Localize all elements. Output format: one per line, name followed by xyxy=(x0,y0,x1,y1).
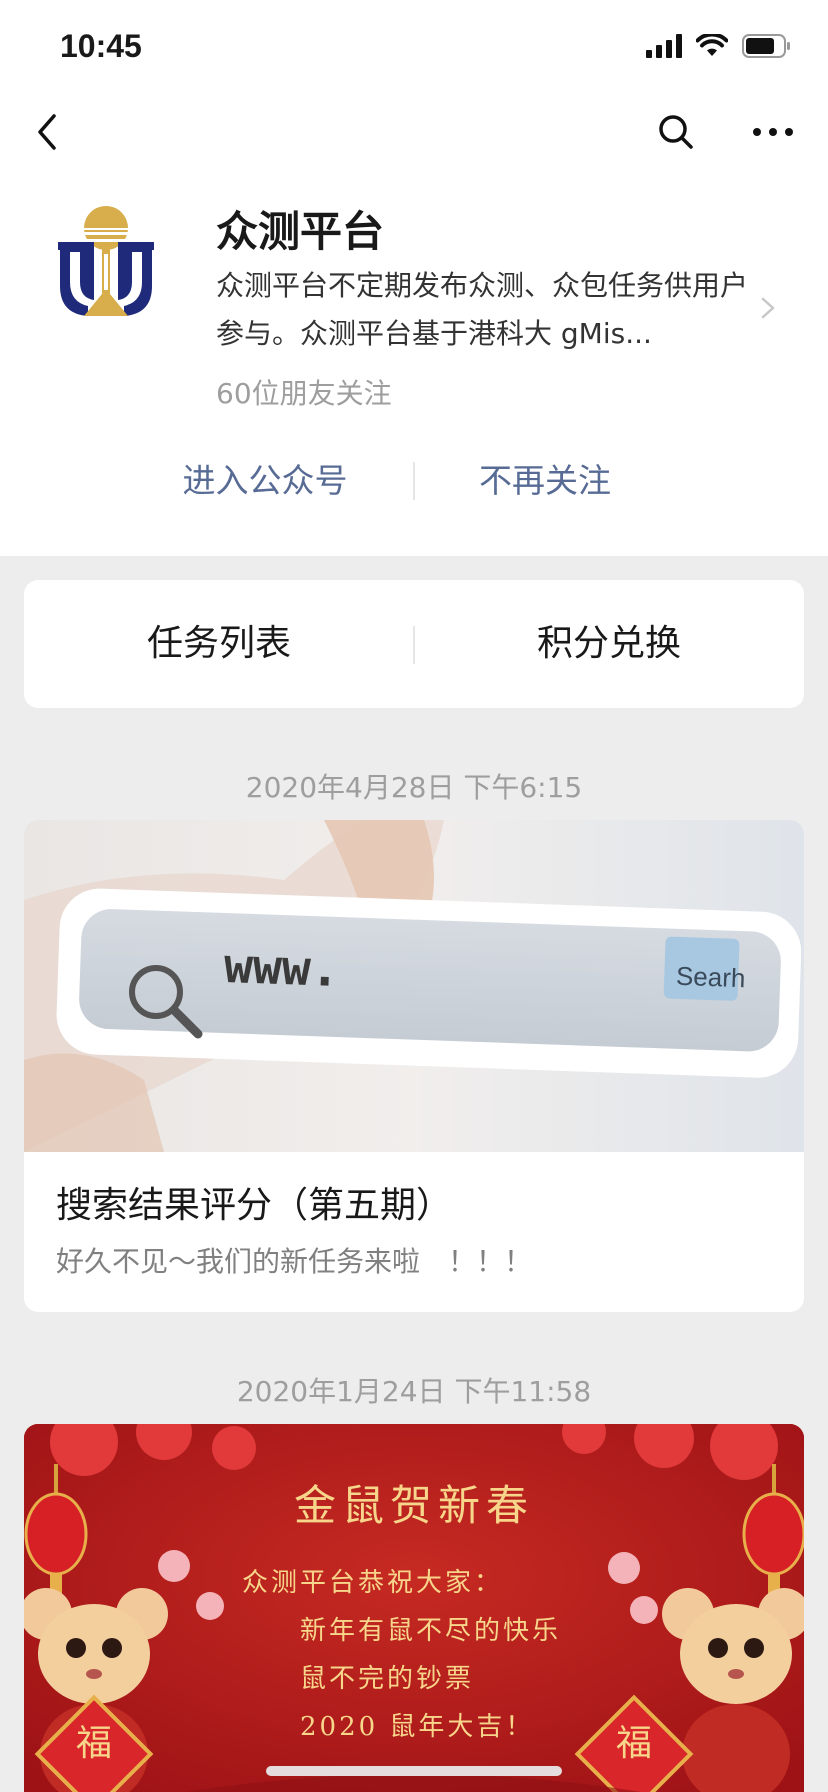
cover-search-label: Searh xyxy=(675,960,746,994)
message-date: 2020年1月24日 下午11:58 xyxy=(236,1375,592,1408)
cover-url-text: www. xyxy=(223,938,341,998)
cellular-signal-icon xyxy=(646,34,682,58)
wifi-icon xyxy=(696,34,728,56)
battery-icon xyxy=(742,34,790,58)
article-title: 搜索结果评分（第五期） xyxy=(56,1185,453,1226)
menu-points-exchange[interactable]: 积分兑换 xyxy=(414,580,804,708)
cover-greeting-line: 众测平台恭祝大家： xyxy=(242,1568,504,1598)
chevron-right-icon xyxy=(761,297,775,319)
cover-greeting-line: 2020 鼠年大吉！ xyxy=(300,1712,535,1742)
fu-badge-right: 福 xyxy=(615,1723,652,1764)
account-logo xyxy=(58,206,154,316)
nav-bar xyxy=(0,100,828,164)
article-card[interactable]: www. Searh 搜索结果评分（第五期） 好久不见～我们的新任务来啦 ！！！ xyxy=(24,820,804,1312)
message-date: 2020年4月28日 下午6:15 xyxy=(245,771,583,804)
chevron-left-icon[interactable] xyxy=(28,112,68,152)
account-actions: 进入公众号 不再关注 xyxy=(0,446,828,516)
account-menu: 任务列表 积分兑换 xyxy=(24,580,804,708)
menu-task-list[interactable]: 任务列表 xyxy=(24,580,414,708)
action-divider xyxy=(413,462,415,500)
search-icon[interactable] xyxy=(656,112,696,152)
unfollow-button[interactable]: 不再关注 xyxy=(430,446,660,516)
account-profile[interactable]: 众测平台 众测平台不定期发布众测、众包任务供用户参与。众测平台基于港科大 gMi… xyxy=(0,190,828,430)
account-name: 众测平台 xyxy=(216,207,385,256)
article-digest: 好久不见～我们的新任务来啦 ！！！ xyxy=(56,1245,533,1278)
cover-greeting-line: 鼠不完的钞票 xyxy=(300,1664,475,1694)
status-icons xyxy=(646,34,792,58)
fu-badge-left: 福 xyxy=(75,1723,112,1764)
home-indicator[interactable] xyxy=(266,1766,562,1776)
cover-greeting-title: 金鼠贺新春 xyxy=(293,1481,534,1530)
article-card[interactable]: 金鼠贺新春 众测平台恭祝大家： 新年有鼠不尽的快乐 鼠不完的钞票 2020 鼠年… xyxy=(24,1424,804,1792)
cover-greeting-line: 新年有鼠不尽的快乐 xyxy=(300,1616,562,1646)
enter-account-button[interactable]: 进入公众号 xyxy=(150,446,380,516)
friends-following-count: 60位朋友关注 xyxy=(216,377,392,410)
account-description: 众测平台不定期发布众测、众包任务供用户参与。众测平台基于港科大 gMis... xyxy=(216,269,749,350)
account-header: 10:45 众测平台 众测平台不定期发布众测、众包任务供用户参与。众测平台基于港… xyxy=(0,0,828,556)
status-time: 10:45 xyxy=(60,28,142,64)
more-dots-icon[interactable] xyxy=(750,112,796,152)
status-bar: 10:45 xyxy=(0,0,828,100)
